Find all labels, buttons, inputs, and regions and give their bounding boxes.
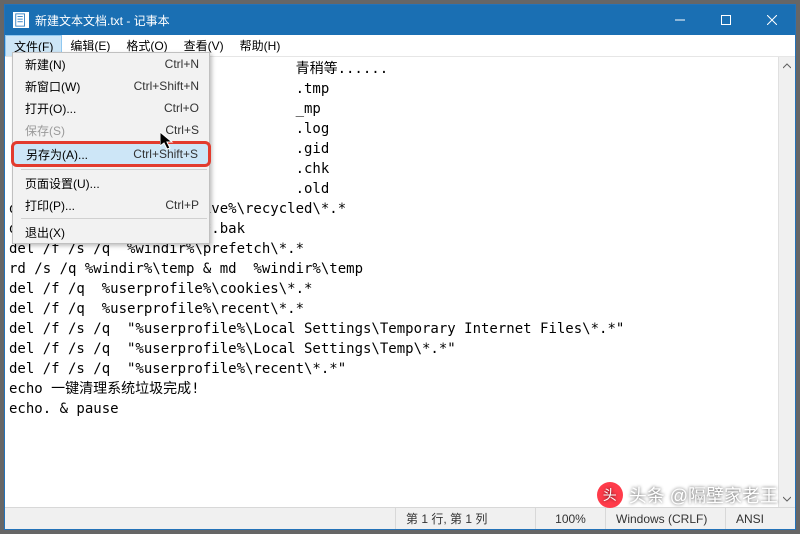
- menu-item-open[interactable]: 打开(O)... Ctrl+O: [13, 97, 209, 119]
- vertical-scrollbar[interactable]: [778, 57, 795, 507]
- menu-item-label: 退出(X): [25, 224, 199, 241]
- minimize-button[interactable]: [657, 5, 703, 35]
- menu-item-label: 另存为(A)...: [26, 146, 133, 163]
- window-controls: [657, 5, 795, 35]
- menu-item-page-setup[interactable]: 页面设置(U)...: [13, 172, 209, 194]
- menu-item-exit[interactable]: 退出(X): [13, 221, 209, 243]
- menu-item-accel: Ctrl+O: [164, 101, 199, 115]
- menu-item-label: 新建(N): [25, 56, 165, 73]
- status-zoom: 100%: [535, 508, 605, 529]
- close-button[interactable]: [749, 5, 795, 35]
- menu-item-print[interactable]: 打印(P)... Ctrl+P: [13, 194, 209, 216]
- close-icon: [767, 15, 777, 25]
- maximize-button[interactable]: [703, 5, 749, 35]
- menu-item-accel: Ctrl+N: [165, 57, 199, 71]
- file-dropdown: 新建(N) Ctrl+N 新窗口(W) Ctrl+Shift+N 打开(O)..…: [12, 52, 210, 244]
- menu-item-label: 页面设置(U)...: [25, 175, 199, 192]
- minimize-icon: [675, 15, 685, 25]
- chevron-up-icon: [783, 62, 791, 70]
- menu-separator: [21, 169, 207, 170]
- menu-item-accel: Ctrl+P: [165, 198, 199, 212]
- menu-item-accel: Ctrl+Shift+N: [134, 79, 199, 93]
- menu-item-save-as[interactable]: 另存为(A)... Ctrl+Shift+S: [11, 141, 211, 167]
- chevron-down-icon: [783, 495, 791, 503]
- menu-item-label: 保存(S): [25, 122, 165, 139]
- menu-separator: [21, 218, 207, 219]
- menu-item-label: 打印(P)...: [25, 197, 165, 214]
- menu-item-save[interactable]: 保存(S) Ctrl+S: [13, 119, 209, 141]
- statusbar-spacer: [5, 508, 395, 529]
- menu-item-new-window[interactable]: 新窗口(W) Ctrl+Shift+N: [13, 75, 209, 97]
- menu-item-accel: Ctrl+Shift+S: [133, 147, 198, 161]
- watermark-icon: 头: [597, 482, 623, 508]
- menu-item-new[interactable]: 新建(N) Ctrl+N: [13, 53, 209, 75]
- scroll-down-button[interactable]: [779, 490, 795, 507]
- window-title: 新建文本文档.txt - 记事本: [35, 12, 657, 29]
- menu-help[interactable]: 帮助(H): [232, 35, 289, 56]
- menu-item-label: 新窗口(W): [25, 78, 134, 95]
- watermark: 头 头条 @隔壁家老王: [597, 482, 778, 508]
- scroll-track[interactable]: [779, 74, 795, 490]
- titlebar: 新建文本文档.txt - 记事本: [5, 5, 795, 35]
- menu-item-accel: Ctrl+S: [165, 123, 199, 137]
- status-encoding: ANSI: [725, 508, 795, 529]
- statusbar: 第 1 行, 第 1 列 100% Windows (CRLF) ANSI: [5, 507, 795, 529]
- status-caret: 第 1 行, 第 1 列: [395, 508, 535, 529]
- menu-item-label: 打开(O)...: [25, 100, 164, 117]
- maximize-icon: [721, 15, 731, 25]
- notepad-icon: [13, 12, 29, 28]
- scroll-up-button[interactable]: [779, 57, 795, 74]
- status-eol: Windows (CRLF): [605, 508, 725, 529]
- watermark-text: 头条 @隔壁家老王: [629, 482, 778, 508]
